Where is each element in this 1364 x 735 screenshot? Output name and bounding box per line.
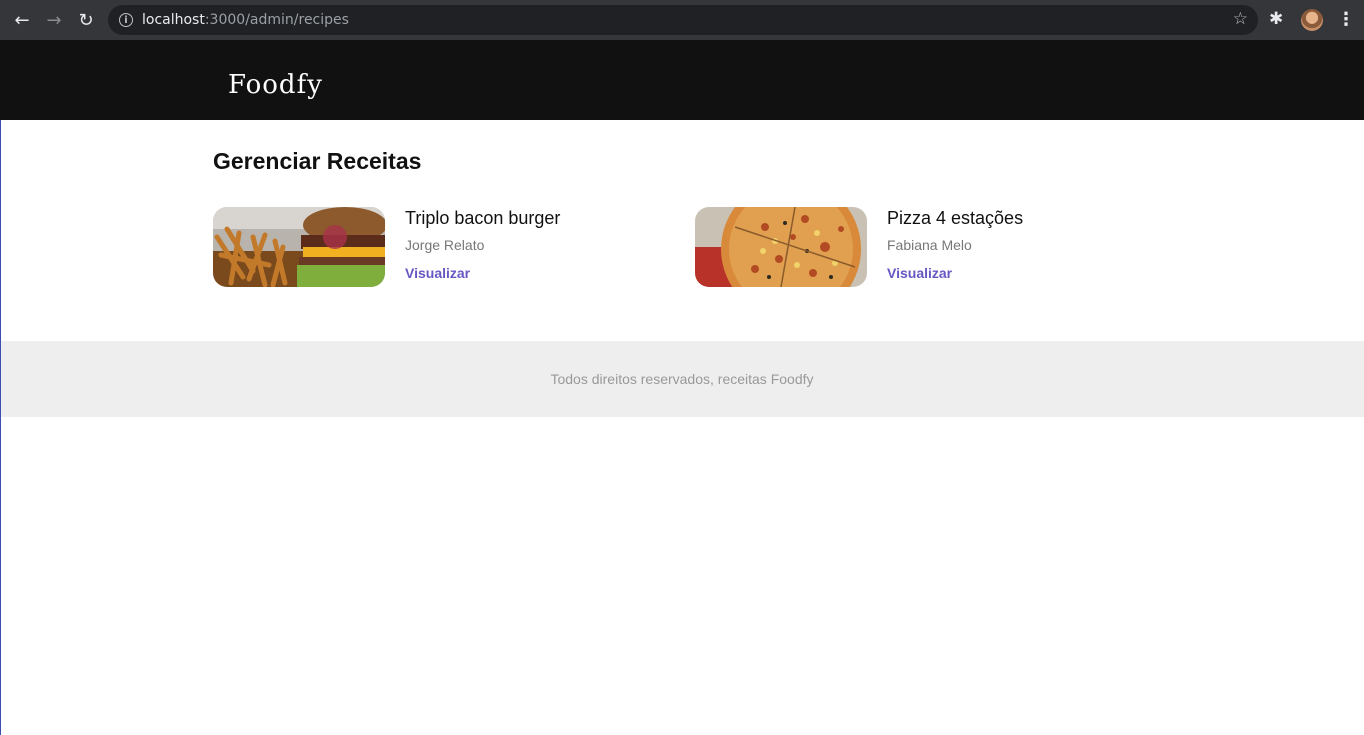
browser-toolbar: ← → ↻ i localhost:3000/admin/recipes ☆ ✱… (0, 0, 1364, 40)
recipe-title: Triplo bacon burger (405, 208, 561, 228)
recipe-card: Pizza 4 estações Fabiana Melo Visualizar (695, 207, 1115, 287)
recipe-card: Triplo bacon burger Jorge Relato Visuali… (213, 207, 633, 287)
view-recipe-link[interactable]: Visualizar (405, 265, 560, 281)
recipe-image-burger (213, 207, 385, 287)
bookmark-star-icon[interactable]: ☆ (1233, 9, 1248, 29)
recipe-title: Pizza 4 estações (887, 208, 1024, 228)
pizza-image (695, 207, 867, 287)
url-text[interactable]: localhost:3000/admin/recipes (142, 12, 349, 28)
site-footer: Todos direitos reservados, receitas Food… (0, 341, 1364, 417)
site-info-icon[interactable]: i (119, 13, 133, 27)
recipe-author: Jorge Relato (405, 237, 485, 253)
recipe-info: Triplo bacon burger Jorge Relato Visuali… (405, 207, 560, 287)
reload-icon[interactable]: ↻ (70, 4, 102, 36)
back-icon[interactable]: ← (6, 4, 38, 36)
extensions-icon[interactable]: ✱ (1269, 9, 1289, 29)
site-header: Foodfy (0, 40, 1364, 120)
address-bar[interactable]: i localhost:3000/admin/recipes ☆ (108, 5, 1258, 35)
site-logo[interactable]: Foodfy (228, 70, 323, 100)
recipe-author: Fabiana Melo (887, 237, 972, 253)
burger-image (213, 207, 385, 287)
view-recipe-link[interactable]: Visualizar (887, 265, 1023, 281)
recipe-image-pizza (695, 207, 867, 287)
window-edge (0, 120, 1, 735)
page-title: Gerenciar Receitas (213, 148, 422, 174)
profile-avatar[interactable] (1301, 9, 1323, 31)
browser-menu-icon[interactable]: ⋮ (1337, 9, 1355, 31)
forward-icon[interactable]: → (38, 4, 70, 36)
footer-text: Todos direitos reservados, receitas Food… (550, 371, 814, 387)
recipe-info: Pizza 4 estações Fabiana Melo Visualizar (887, 207, 1023, 287)
